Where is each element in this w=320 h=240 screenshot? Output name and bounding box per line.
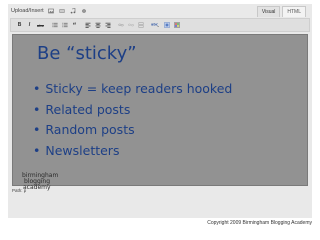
image-icon[interactable] (47, 8, 54, 14)
bullet-dot: • (33, 101, 41, 117)
bullet-text: Sticky = keep readers hooked (45, 81, 233, 96)
spellcheck-button[interactable]: abc (149, 21, 161, 30)
logo-word-academy: academy (23, 184, 51, 191)
upload-insert-label: Upload/Insert (11, 8, 44, 14)
numbered-list-icon (62, 22, 68, 28)
quote-icon: “ (72, 22, 76, 28)
svg-text:“: “ (72, 22, 76, 28)
fullscreen-icon (163, 22, 170, 28)
editor-content-area[interactable]: Be “sticky” • Sticky = keep readers hooke… (12, 34, 308, 186)
insert-link-button[interactable] (116, 21, 125, 30)
align-left-icon (85, 22, 90, 28)
more-tag-button[interactable] (136, 21, 145, 30)
strikethrough-icon: abc (37, 22, 44, 28)
tab-html[interactable]: HTML (282, 6, 306, 17)
align-left-button[interactable] (83, 21, 92, 30)
spellcheck-icon: abc (151, 23, 159, 28)
bullet-list-icon (52, 22, 58, 28)
strikethrough-button[interactable]: abc (35, 21, 46, 30)
kitchen-sink-icon (173, 22, 180, 28)
formatting-toolbar: B I abc “ abc (10, 18, 310, 32)
post-editor: Upload/Insert Visual HTML B I abc “ abc … (8, 4, 312, 218)
italic-button[interactable]: I (25, 21, 34, 30)
list-item: • Related posts (33, 100, 232, 121)
video-icon[interactable] (59, 8, 65, 14)
tab-visual[interactable]: Visual (256, 6, 281, 17)
blockquote-button[interactable]: “ (70, 21, 79, 30)
more-icon (138, 22, 143, 28)
element-path: Path: p (12, 188, 27, 193)
bold-button[interactable]: B (15, 21, 24, 30)
bullet-text: Related posts (45, 101, 131, 117)
align-center-button[interactable] (93, 21, 102, 30)
media-icon[interactable] (81, 8, 87, 14)
list-item: • Sticky = keep readers hooked (33, 79, 232, 100)
slide-title: Be “sticky” (37, 43, 137, 64)
editor-mode-tabs: Visual HTML (256, 6, 306, 17)
unlink-button[interactable] (126, 21, 135, 30)
bullet-dot: • (33, 122, 41, 137)
list-item: • Newsletters (33, 141, 232, 162)
bold-icon: B (17, 22, 22, 28)
align-right-icon (105, 22, 110, 28)
svg-text:abc: abc (151, 23, 158, 27)
fullscreen-button[interactable] (162, 21, 171, 30)
kitchen-sink-button[interactable] (172, 21, 181, 30)
bullet-dot: • (33, 142, 41, 158)
birmingham-blogging-academy-logo: birmingham blogging academy (20, 172, 64, 198)
unordered-list-button[interactable] (50, 21, 59, 30)
ordered-list-button[interactable] (60, 21, 69, 30)
italic-icon: I (28, 22, 31, 28)
bullet-dot: • (33, 81, 41, 96)
copyright-notice: Copyright 2009 Birmingham Blogging Acade… (207, 220, 312, 226)
align-center-icon (95, 22, 100, 28)
audio-icon[interactable] (70, 8, 76, 14)
bullet-list: • Sticky = keep readers hooked • Related p… (33, 79, 232, 161)
bullet-text: Newsletters (45, 142, 120, 158)
align-right-button[interactable] (103, 21, 112, 30)
link-icon (117, 23, 124, 27)
bullet-text: Random posts (45, 122, 135, 137)
unlink-icon (127, 23, 134, 27)
list-item: • Random posts (33, 120, 232, 141)
